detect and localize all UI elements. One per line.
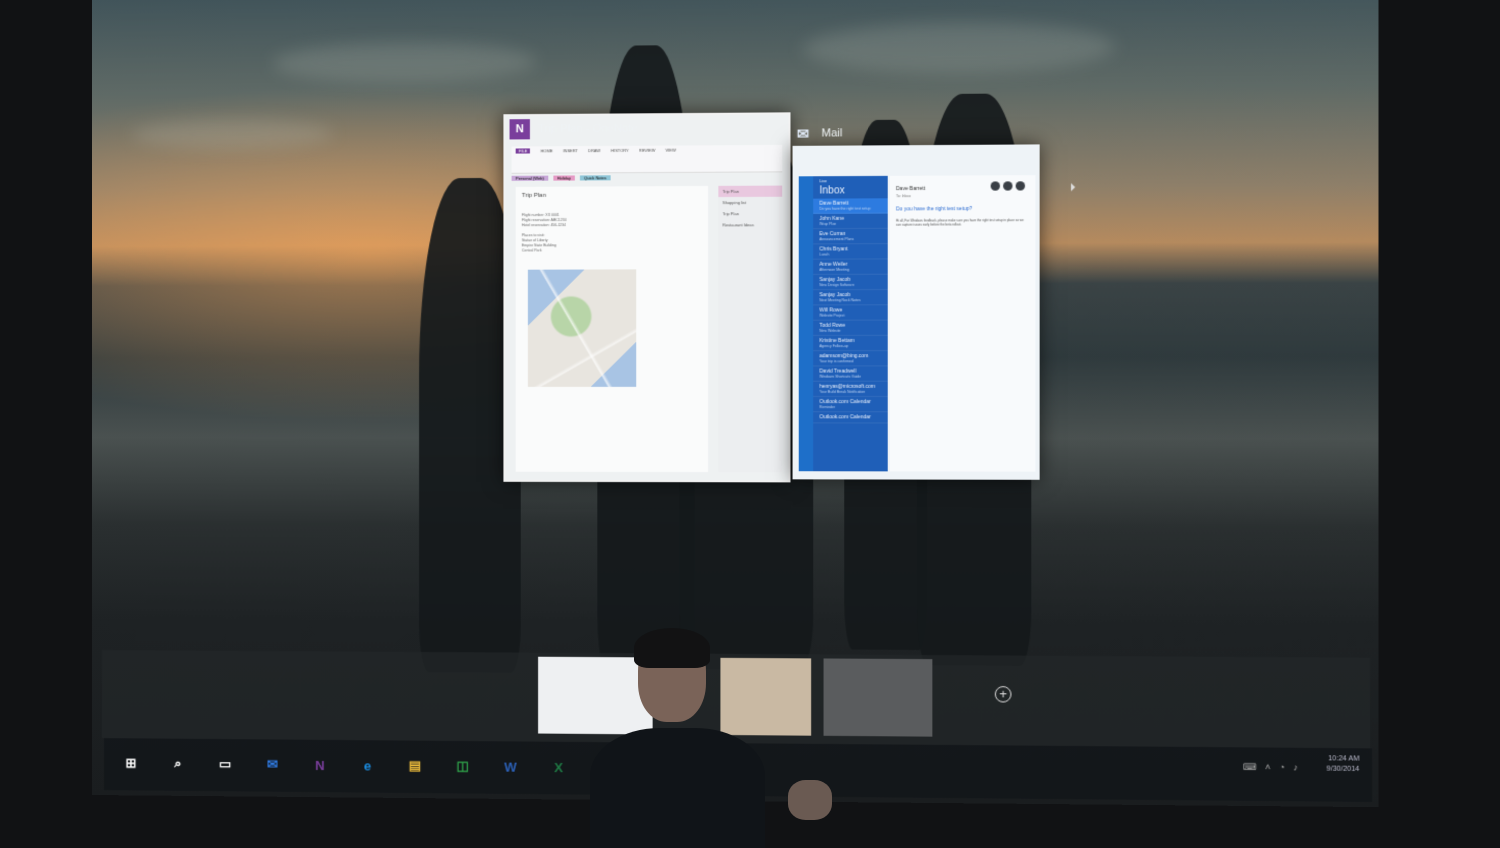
message-item[interactable]: Outlook.com CalendarReminder xyxy=(813,397,888,412)
internet-explorer-icon[interactable]: e xyxy=(354,752,380,778)
page-line: Central Park xyxy=(522,248,566,253)
message-item[interactable]: Dave BarrettDo you have the right test s… xyxy=(813,198,888,214)
search-icon[interactable]: ⌕ xyxy=(165,751,191,777)
map-image xyxy=(528,269,636,387)
section-tab[interactable]: Quick Notes xyxy=(580,175,610,180)
clock-date: 9/30/2014 xyxy=(1326,764,1359,775)
message-body: Hi all, For Windows feedback, please mak… xyxy=(896,218,1025,227)
onenote-icon: N xyxy=(510,119,530,139)
page-content: Flight number: XX 0001 Flight reservatio… xyxy=(522,213,566,254)
message-subject-line: New Website xyxy=(819,329,881,333)
mail-window-title: Mail xyxy=(821,127,842,139)
message-list: Live Inbox Dave BarrettDo you have the r… xyxy=(813,176,888,471)
folder-title: Inbox xyxy=(813,183,888,199)
message-item[interactable]: Outlook.com Calendar xyxy=(813,412,888,423)
ribbon-tab[interactable]: VIEW xyxy=(666,148,677,153)
page-list-item[interactable]: Trip Plan xyxy=(718,208,782,219)
note-page[interactable]: Trip Plan Flight number: XX 0001 Flight … xyxy=(516,186,708,472)
message-item[interactable]: adamsom@bing.comYour trip is confirmed xyxy=(813,351,888,366)
ribbon-tab[interactable]: REVIEW xyxy=(639,148,655,153)
message-subject-line: Website Project xyxy=(819,313,881,317)
page-list-item[interactable]: Trip Plan xyxy=(718,186,782,197)
message-item[interactable]: John KaneWrap Plan xyxy=(813,214,888,230)
section-tabs: Personal (Web) Holiday Quick Notes xyxy=(512,171,783,183)
notebook-selector[interactable]: Personal (Web) xyxy=(512,175,548,180)
file-explorer-icon[interactable]: ▤ xyxy=(402,753,428,779)
chevron-up-icon[interactable]: ˄ xyxy=(1265,762,1271,773)
message-subject-line: Lunch xyxy=(819,252,881,256)
mail-window[interactable]: ✉ Mail Live Inbox Dave BarrettDo you hav… xyxy=(793,144,1040,479)
new-desktop-button[interactable]: + xyxy=(995,686,1012,702)
message-item[interactable]: Anne WeilerAfternoon Meeting xyxy=(813,259,888,274)
section-tab[interactable]: Holiday xyxy=(553,175,575,180)
ribbon-tab[interactable]: HISTORY xyxy=(611,148,629,153)
message-subject-line: Windows Shortcuts Guide xyxy=(819,375,881,379)
message-recipient: To: Inbox xyxy=(896,194,911,198)
message-item[interactable]: Eve CurranAnnouncement Plans xyxy=(813,229,888,245)
clock-time: 10:24 AM xyxy=(1326,754,1359,765)
message-subject-line: Wrap Plan xyxy=(819,222,881,226)
message-subject-line: Reminder xyxy=(819,405,881,409)
onenote-window-title: Trip Plan - OneNote xyxy=(538,122,638,135)
reply-icon[interactable] xyxy=(991,181,1000,190)
ribbon-tabs: FILE HOME INSERT DRAW HISTORY REVIEW VIE… xyxy=(512,145,783,156)
mail-folder-rail[interactable] xyxy=(799,176,813,471)
mail-title-bar[interactable]: ✉ Mail xyxy=(793,123,843,144)
system-tray: ⌨ ˄ ◔ ♪ xyxy=(1243,762,1298,774)
page-line: Hotel reservation: 456-1234 xyxy=(522,223,566,228)
message-subject-line: Next Meeting Rock Notes xyxy=(819,298,881,302)
page-list-item[interactable]: Shopping list xyxy=(718,197,782,208)
excel-icon[interactable]: X xyxy=(545,754,572,781)
message-item[interactable]: Sanjay JacobNext Meeting Rock Notes xyxy=(813,290,888,305)
delete-icon[interactable] xyxy=(1016,181,1025,190)
message-item[interactable]: Kristine BettamAgency Follow-up xyxy=(813,336,888,351)
message-subject-line: Your trip is confirmed xyxy=(819,359,881,363)
presenter-hand xyxy=(788,780,832,820)
new-mail-icon[interactable] xyxy=(1003,181,1012,190)
ribbon-tab[interactable]: FILE xyxy=(516,148,531,153)
word-icon[interactable]: W xyxy=(497,753,523,779)
page-list: Trip Plan Shopping list Trip Plan Restau… xyxy=(718,186,782,473)
mail-icon[interactable]: ✉ xyxy=(259,751,285,777)
keyboard-icon[interactable]: ⌨ xyxy=(1243,762,1257,773)
message-sender: Dave Barrett xyxy=(896,186,925,192)
ribbon-tab[interactable]: HOME xyxy=(541,148,553,153)
ribbon-tab[interactable]: INSERT xyxy=(563,148,578,153)
ribbon-tab[interactable]: DRAW xyxy=(588,148,600,153)
mail-icon: ✉ xyxy=(793,123,814,143)
task-view-icon[interactable]: ▭ xyxy=(212,751,238,777)
presenter-body xyxy=(590,728,765,848)
start-icon[interactable]: ⊞ xyxy=(118,750,144,776)
onenote-ribbon: FILE HOME INSERT DRAW HISTORY REVIEW VIE… xyxy=(512,145,783,174)
message-subject-line: Agency Follow-up xyxy=(819,344,881,348)
message-subject-line: New Design Software xyxy=(819,283,881,287)
volume-icon[interactable]: ♪ xyxy=(1293,762,1298,773)
page-list-item[interactable]: Restaurant Ideas xyxy=(718,219,782,230)
onenote-window[interactable]: N Trip Plan - OneNote FILE HOME INSERT D… xyxy=(503,112,790,482)
message-item[interactable]: Chris BryantLunch xyxy=(813,244,888,260)
message-items: Dave BarrettDo you have the right test s… xyxy=(813,198,888,423)
message-item[interactable]: David TreadwellWindows Shortcuts Guide xyxy=(813,366,888,381)
page-title: Trip Plan xyxy=(522,193,546,199)
clock[interactable]: 10:24 AM 9/30/2014 xyxy=(1326,754,1359,775)
mouse-cursor xyxy=(1071,183,1075,191)
store-icon[interactable]: ◫ xyxy=(450,753,476,779)
message-subject-line: Your Build Break Notification xyxy=(819,390,881,394)
message-sender-name: Outlook.com Calendar xyxy=(819,414,881,420)
onenote-title-bar[interactable]: N Trip Plan - OneNote xyxy=(510,114,638,143)
message-subject-line: Afternoon Meeting xyxy=(819,268,881,272)
presenter xyxy=(590,630,840,842)
message-subject-line: Do you have the right test setup xyxy=(819,206,881,210)
message-item[interactable]: henryas@microsoft.comYour Build Break No… xyxy=(813,382,888,397)
message-item[interactable]: Todd RoweNew Website xyxy=(813,321,888,336)
message-item[interactable]: Will RoweWebsite Project xyxy=(813,305,888,320)
message-subject: Do you have the right test setup? xyxy=(896,206,972,212)
presenter-hair xyxy=(634,628,710,668)
onenote-icon[interactable]: N xyxy=(307,752,333,778)
network-icon[interactable]: ◔ xyxy=(1279,762,1285,773)
reading-pane: Dave Barrett To: Inbox Do you have the r… xyxy=(890,175,1036,472)
message-subject-line: Announcement Plans xyxy=(819,237,881,241)
message-item[interactable]: Sanjay JacobNew Design Software xyxy=(813,275,888,290)
mail-actions xyxy=(991,181,1025,190)
